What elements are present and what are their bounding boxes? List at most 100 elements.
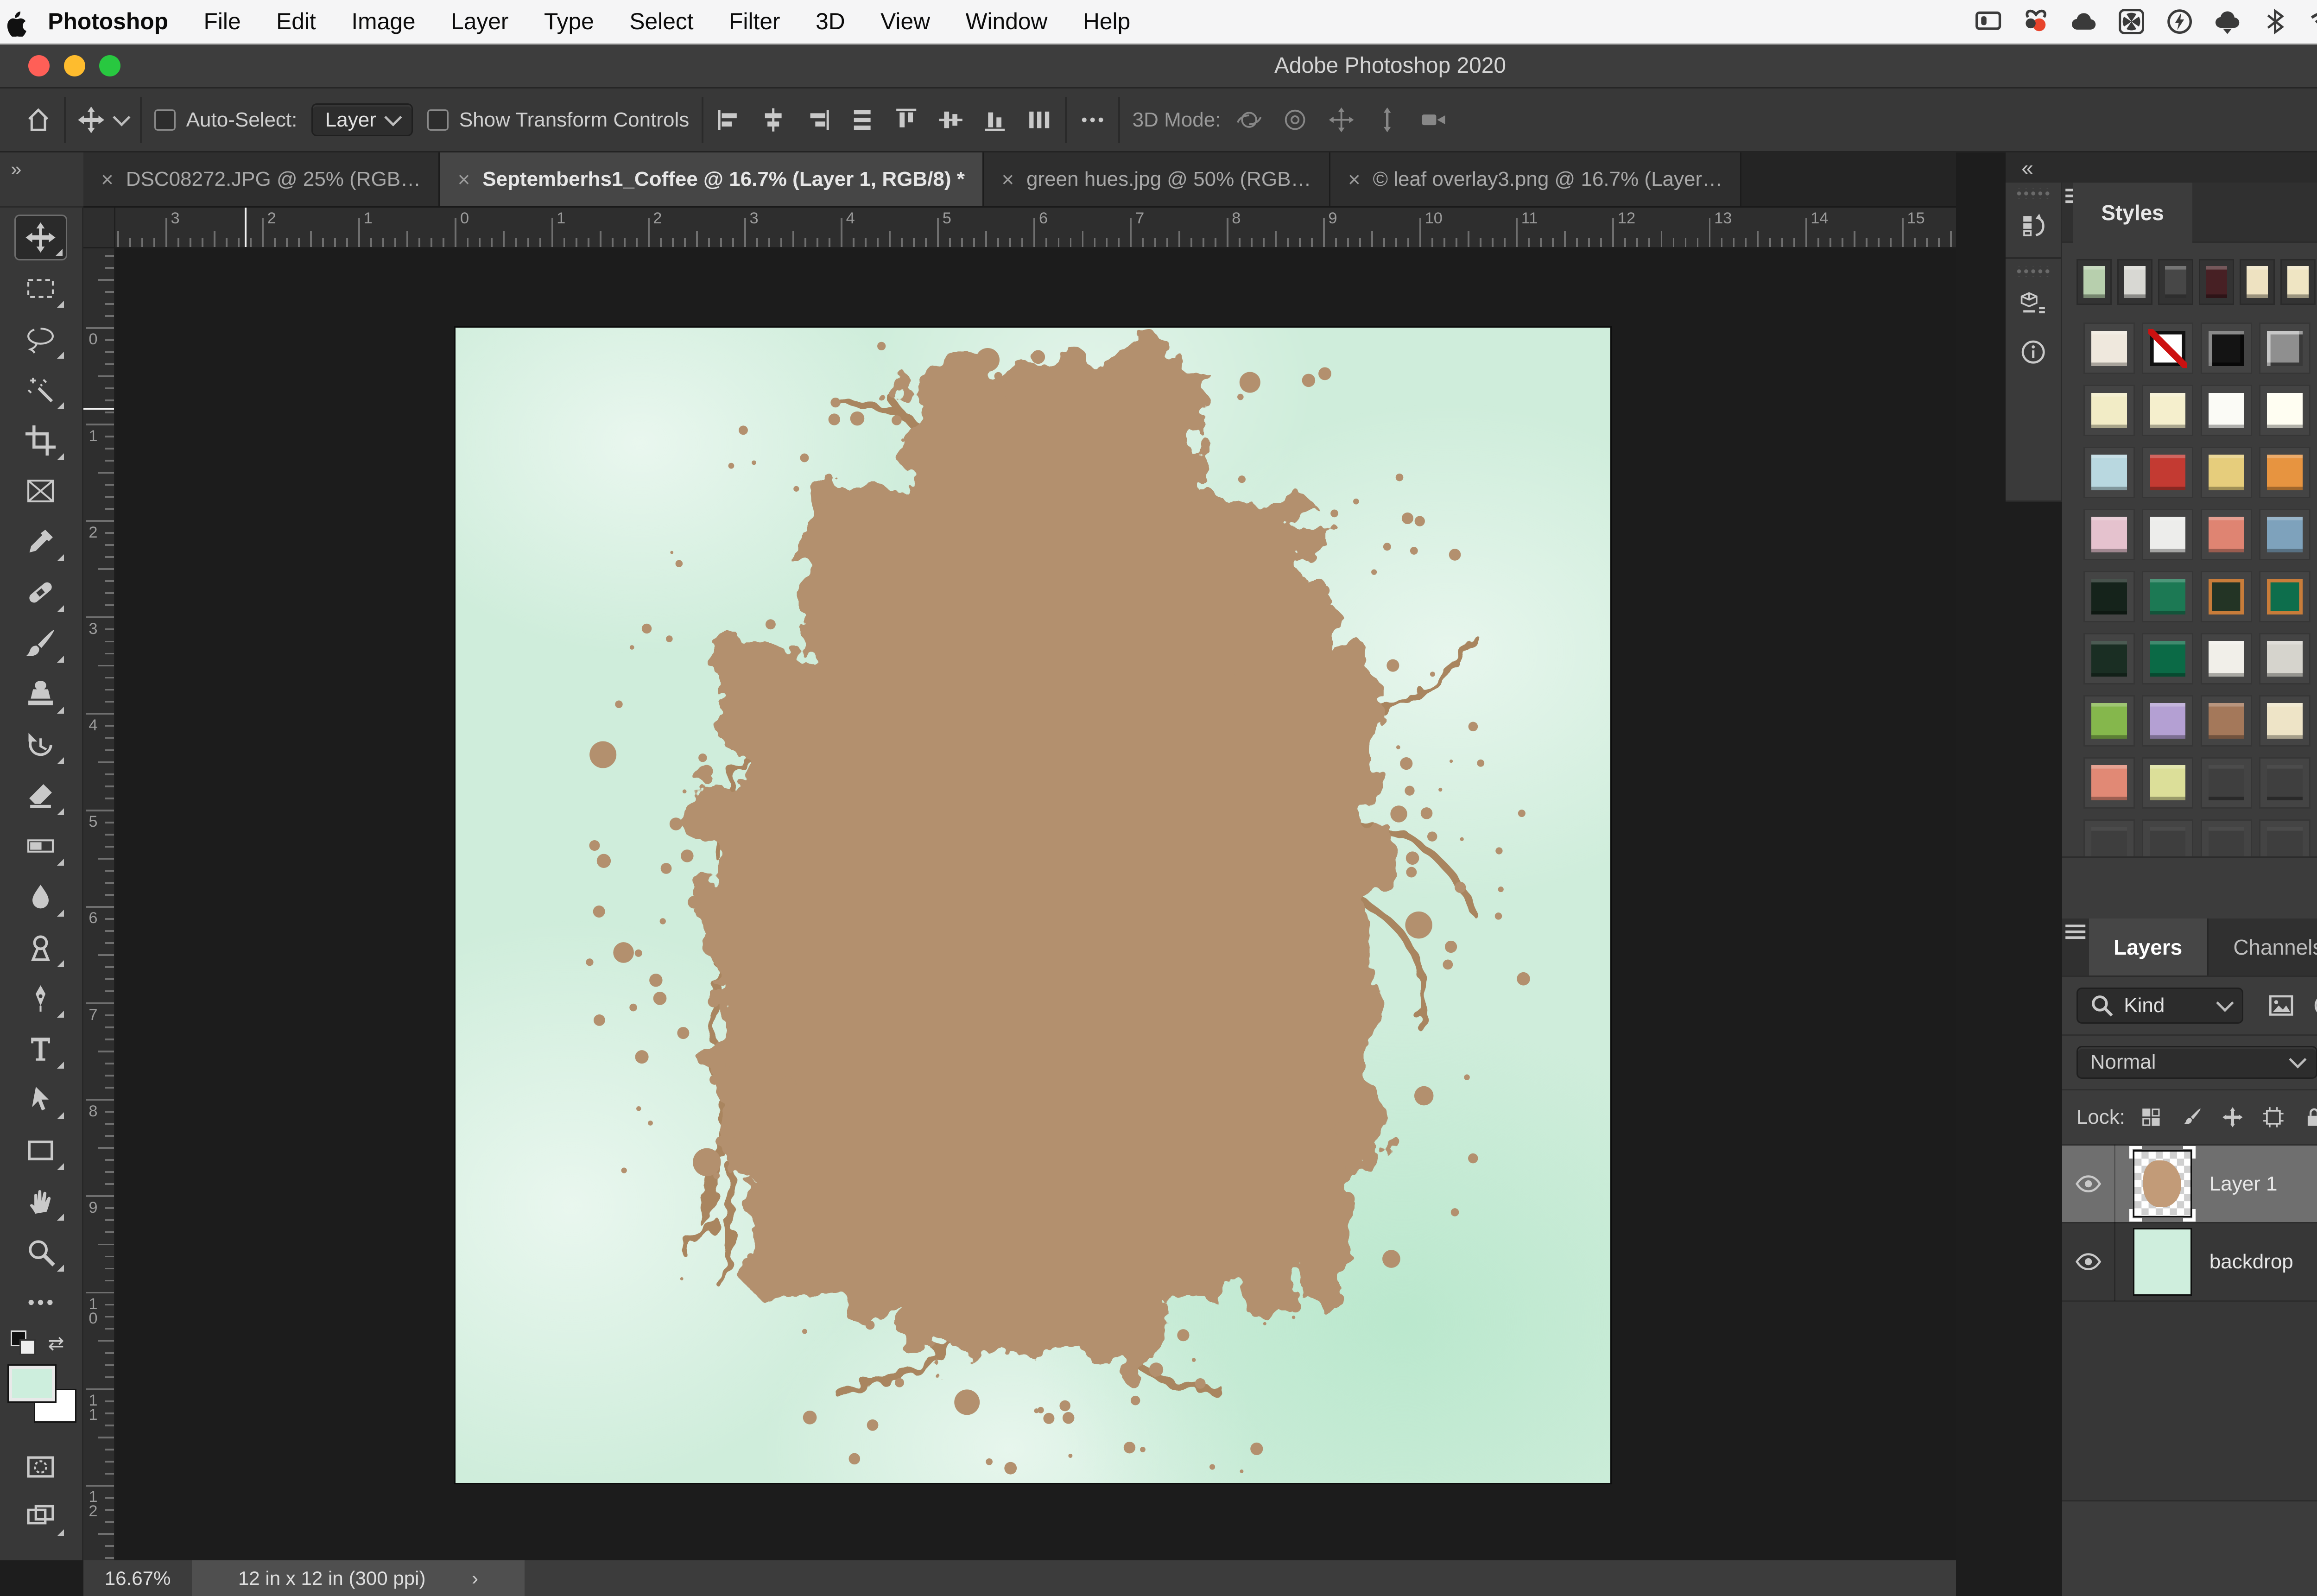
document-tab[interactable]: ×Septemberhs1_Coffee @ 16.7% (Layer 1, R… <box>440 152 984 206</box>
canvas[interactable] <box>454 326 1612 1484</box>
style-swatch[interactable] <box>2201 509 2252 560</box>
tool-quick-select[interactable] <box>14 367 68 412</box>
collapse-panels-icon[interactable]: « <box>2021 155 2032 180</box>
slide-3d-button[interactable] <box>1373 106 1401 134</box>
style-swatch[interactable] <box>2201 447 2252 498</box>
style-swatch[interactable] <box>2259 757 2311 809</box>
align-hcenter-button[interactable] <box>760 107 786 133</box>
panel-grabber[interactable] <box>2014 188 2052 199</box>
close-tab-icon[interactable]: × <box>1348 167 1361 192</box>
image-filter-button[interactable] <box>2268 992 2294 1019</box>
style-swatch[interactable] <box>2259 633 2311 684</box>
tool-history-brush[interactable] <box>14 722 68 767</box>
style-swatch[interactable] <box>2083 509 2135 560</box>
style-swatch[interactable] <box>2142 509 2193 560</box>
tool-blur[interactable] <box>14 874 68 920</box>
artboard-lock-button[interactable] <box>2262 1106 2285 1129</box>
style-swatch[interactable] <box>2083 323 2135 374</box>
style-swatch[interactable] <box>2083 819 2135 857</box>
roll-3d-button[interactable] <box>1281 106 1309 134</box>
style-swatch[interactable] <box>2201 571 2252 622</box>
layer-thumbnail[interactable] <box>2133 1150 2191 1217</box>
auto-select-checkbox[interactable]: Auto-Select: <box>154 108 298 132</box>
layer-filter-kind-dropdown[interactable]: Kind <box>2076 988 2243 1024</box>
panel-grabber[interactable] <box>2014 266 2052 277</box>
recent-style-swatch[interactable] <box>2117 259 2153 305</box>
tab-styles[interactable]: Styles <box>2073 183 2192 243</box>
tool-healing-brush[interactable] <box>14 570 68 615</box>
style-swatch[interactable] <box>2259 447 2311 498</box>
tool-hand[interactable] <box>14 1178 68 1224</box>
orbit-3d-button[interactable] <box>1235 106 1263 134</box>
home-button[interactable] <box>25 107 51 133</box>
tool-move[interactable] <box>14 215 68 260</box>
layer-visibility-toggle[interactable] <box>2062 1145 2115 1222</box>
tool-pen[interactable] <box>14 975 68 1021</box>
bolt-circle-icon[interactable] <box>2165 7 2194 36</box>
style-swatch[interactable] <box>2142 695 2193 747</box>
style-swatch[interactable] <box>2201 323 2252 374</box>
apple-logo-icon[interactable] <box>0 6 30 37</box>
pinwheel-icon[interactable] <box>2117 7 2146 36</box>
quick-mask-button[interactable] <box>14 1444 68 1490</box>
align-left-button[interactable] <box>716 107 742 133</box>
tool-clone-stamp[interactable] <box>14 671 68 717</box>
style-swatch[interactable] <box>2083 385 2135 436</box>
style-swatch[interactable] <box>2083 695 2135 747</box>
tool-brush[interactable] <box>14 620 68 666</box>
padlock-button[interactable] <box>2303 1106 2317 1129</box>
close-tab-icon[interactable]: × <box>458 167 470 192</box>
recent-style-swatch[interactable] <box>2158 259 2194 305</box>
screen-mode-button[interactable] <box>14 1494 68 1539</box>
align-vcenter-button[interactable] <box>937 107 964 133</box>
style-swatch[interactable] <box>2259 509 2311 560</box>
bluetooth-icon[interactable] <box>2261 7 2289 36</box>
materials-panel-button[interactable] <box>2006 280 2061 328</box>
close-tab-icon[interactable]: × <box>1001 167 1014 192</box>
style-swatch[interactable] <box>2259 571 2311 622</box>
tool-gradient[interactable] <box>14 823 68 869</box>
style-swatch[interactable] <box>2259 695 2311 747</box>
foreground-color-swatch[interactable] <box>9 1366 55 1401</box>
zoom-level-field[interactable]: 16.67% <box>83 1567 192 1590</box>
pan-3d-button[interactable] <box>1327 106 1355 134</box>
menu-select[interactable]: Select <box>612 8 711 35</box>
recent-style-swatch[interactable] <box>2076 259 2112 305</box>
menu-photoshop[interactable]: Photoshop <box>30 8 186 35</box>
blend-mode-dropdown[interactable]: Normal <box>2076 1046 2317 1079</box>
menu-layer[interactable]: Layer <box>433 8 526 35</box>
display-icon[interactable] <box>1974 7 2002 36</box>
toolbar-expand-button[interactable]: » <box>0 152 83 208</box>
style-swatch[interactable] <box>2083 571 2135 622</box>
move-tool-preset[interactable] <box>78 107 127 133</box>
style-swatch[interactable] <box>2142 571 2193 622</box>
style-swatch[interactable] <box>2083 447 2135 498</box>
record-icon[interactable] <box>2022 7 2050 36</box>
layer-row-backdrop[interactable]: backdrop <box>2062 1223 2317 1301</box>
lock-checker-button[interactable] <box>2140 1106 2163 1129</box>
wifi-icon[interactable] <box>2309 7 2317 36</box>
dist-h-button[interactable] <box>1026 107 1052 133</box>
style-swatch[interactable] <box>2142 447 2193 498</box>
layer-visibility-toggle[interactable] <box>2062 1223 2115 1301</box>
recent-style-swatch[interactable] <box>2199 259 2235 305</box>
horizontal-ruler[interactable]: 3210123456789101112131415 <box>115 208 1956 248</box>
style-swatch[interactable] <box>2201 633 2252 684</box>
menu-help[interactable]: Help <box>1065 8 1148 35</box>
move-small-button[interactable] <box>2221 1106 2244 1129</box>
menu-file[interactable]: File <box>186 8 259 35</box>
menu-edit[interactable]: Edit <box>259 8 334 35</box>
tool-crop[interactable] <box>14 418 68 463</box>
close-tab-icon[interactable]: × <box>101 167 114 192</box>
info-panel-button[interactable] <box>2006 328 2061 376</box>
align-right-button[interactable] <box>804 107 831 133</box>
tool-frame[interactable] <box>14 468 68 514</box>
menu-3d[interactable]: 3D <box>798 8 863 35</box>
document-tab[interactable]: ×DSC08272.JPG @ 25% (RGB… <box>83 152 440 206</box>
menu-window[interactable]: Window <box>948 8 1065 35</box>
tab-channels[interactable]: Channels <box>2209 918 2317 975</box>
align-top-button[interactable] <box>893 107 919 133</box>
history-panel-button[interactable] <box>2006 202 2061 250</box>
document-info[interactable]: 12 in x 12 in (300 ppi) › <box>192 1560 524 1596</box>
auto-select-target-dropdown[interactable]: Layer <box>311 103 413 136</box>
